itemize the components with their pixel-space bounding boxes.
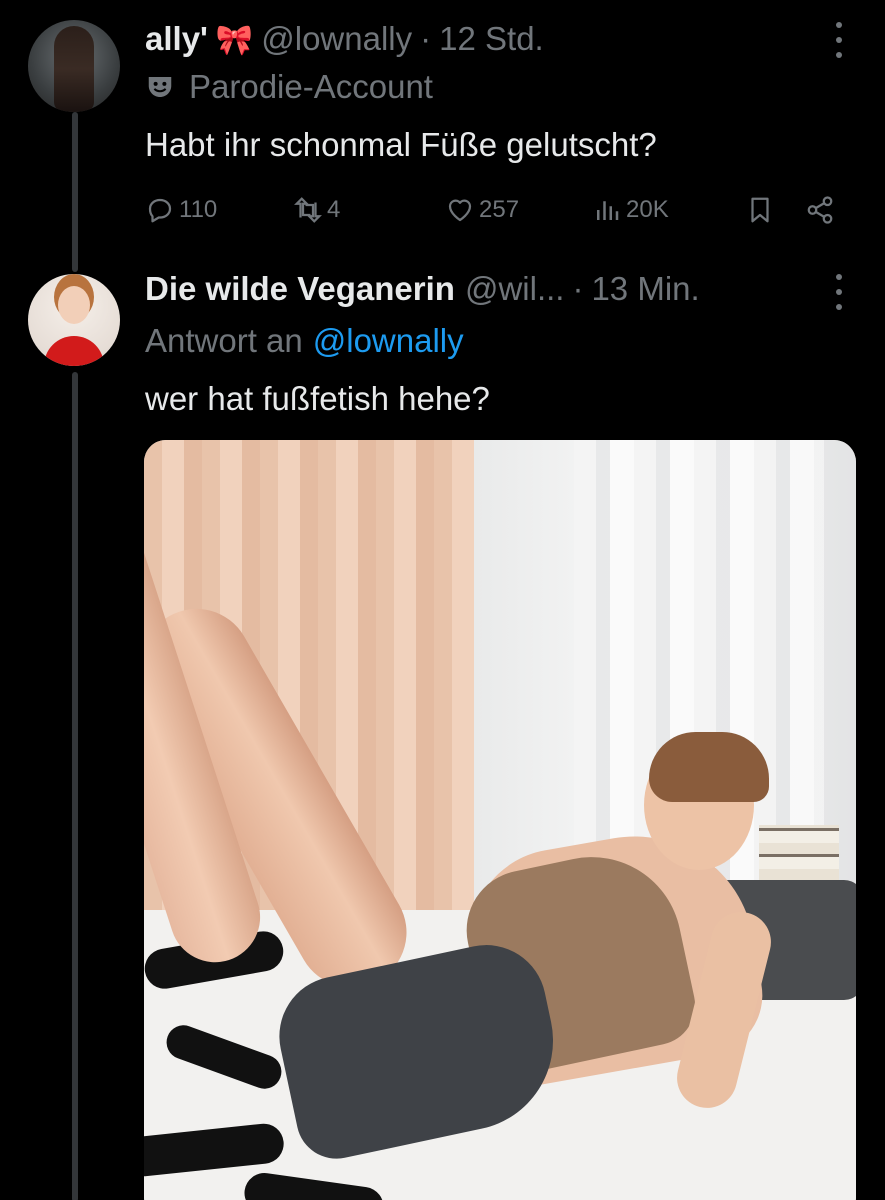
ribbon-emoji: 🎀 — [215, 24, 254, 57]
tweet-media-photo[interactable] — [144, 440, 856, 1200]
user-handle[interactable]: @lownally — [261, 20, 412, 58]
tweet-header: ally' 🎀 @lownally · 12 Std. — [145, 20, 544, 60]
timestamp[interactable]: 13 Min. — [591, 270, 699, 308]
reply-button[interactable]: 110 — [145, 195, 217, 225]
avatar-clothing — [44, 336, 104, 366]
reply-context: Antwort an @lownally — [145, 322, 464, 360]
avatar[interactable] — [28, 274, 120, 366]
share-button[interactable] — [805, 195, 839, 225]
retweet-icon — [294, 197, 322, 223]
like-button[interactable]: 257 — [445, 195, 519, 225]
reply-count: 110 — [179, 196, 218, 223]
avatar-hair — [54, 26, 94, 112]
separator-dot: · — [420, 20, 432, 57]
reply-prefix: Antwort an — [145, 322, 303, 359]
share-icon — [807, 196, 833, 224]
display-name[interactable]: ally' — [145, 20, 208, 58]
bookmark-icon — [751, 197, 769, 223]
retweet-count: 4 — [327, 196, 341, 223]
photo-hair — [649, 732, 769, 802]
display-name[interactable]: Die wilde Veganerin — [145, 270, 455, 308]
theater-mask-icon — [148, 77, 172, 97]
separator-dot: · — [572, 270, 584, 307]
parody-label: Parodie-Account — [145, 68, 433, 106]
timestamp[interactable]: 12 Std. — [439, 20, 544, 58]
thread-connector-line — [72, 372, 78, 1200]
parody-label-text: Parodie-Account — [189, 68, 433, 105]
tweet-actions: 110 4 257 20K — [145, 190, 845, 230]
more-options-icon[interactable] — [827, 274, 851, 310]
views-icon — [597, 201, 619, 220]
heart-icon — [448, 199, 472, 222]
tweet-text: wer hat fußfetish hehe? — [145, 380, 490, 417]
user-handle[interactable]: @wil... — [465, 270, 565, 308]
views-count: 20K — [626, 196, 669, 223]
views-button[interactable]: 20K — [592, 195, 669, 225]
retweet-button[interactable]: 4 — [293, 195, 340, 225]
more-options-icon[interactable] — [827, 22, 851, 58]
tweet-header: Die wilde Veganerin @wil... · 13 Min. — [145, 270, 700, 310]
avatar[interactable] — [28, 20, 120, 112]
reply-icon — [148, 198, 172, 223]
thread-connector-line — [72, 112, 78, 272]
like-count: 257 — [479, 196, 520, 223]
thread-view: ally' 🎀 @lownally · 12 Std. Parodie-Acco… — [0, 0, 885, 1200]
mention-link[interactable]: @lownally — [313, 322, 464, 360]
tweet-text: Habt ihr schonmal Füße gelutscht? — [145, 126, 657, 163]
bookmark-button[interactable] — [745, 195, 779, 225]
avatar-face — [58, 286, 90, 324]
